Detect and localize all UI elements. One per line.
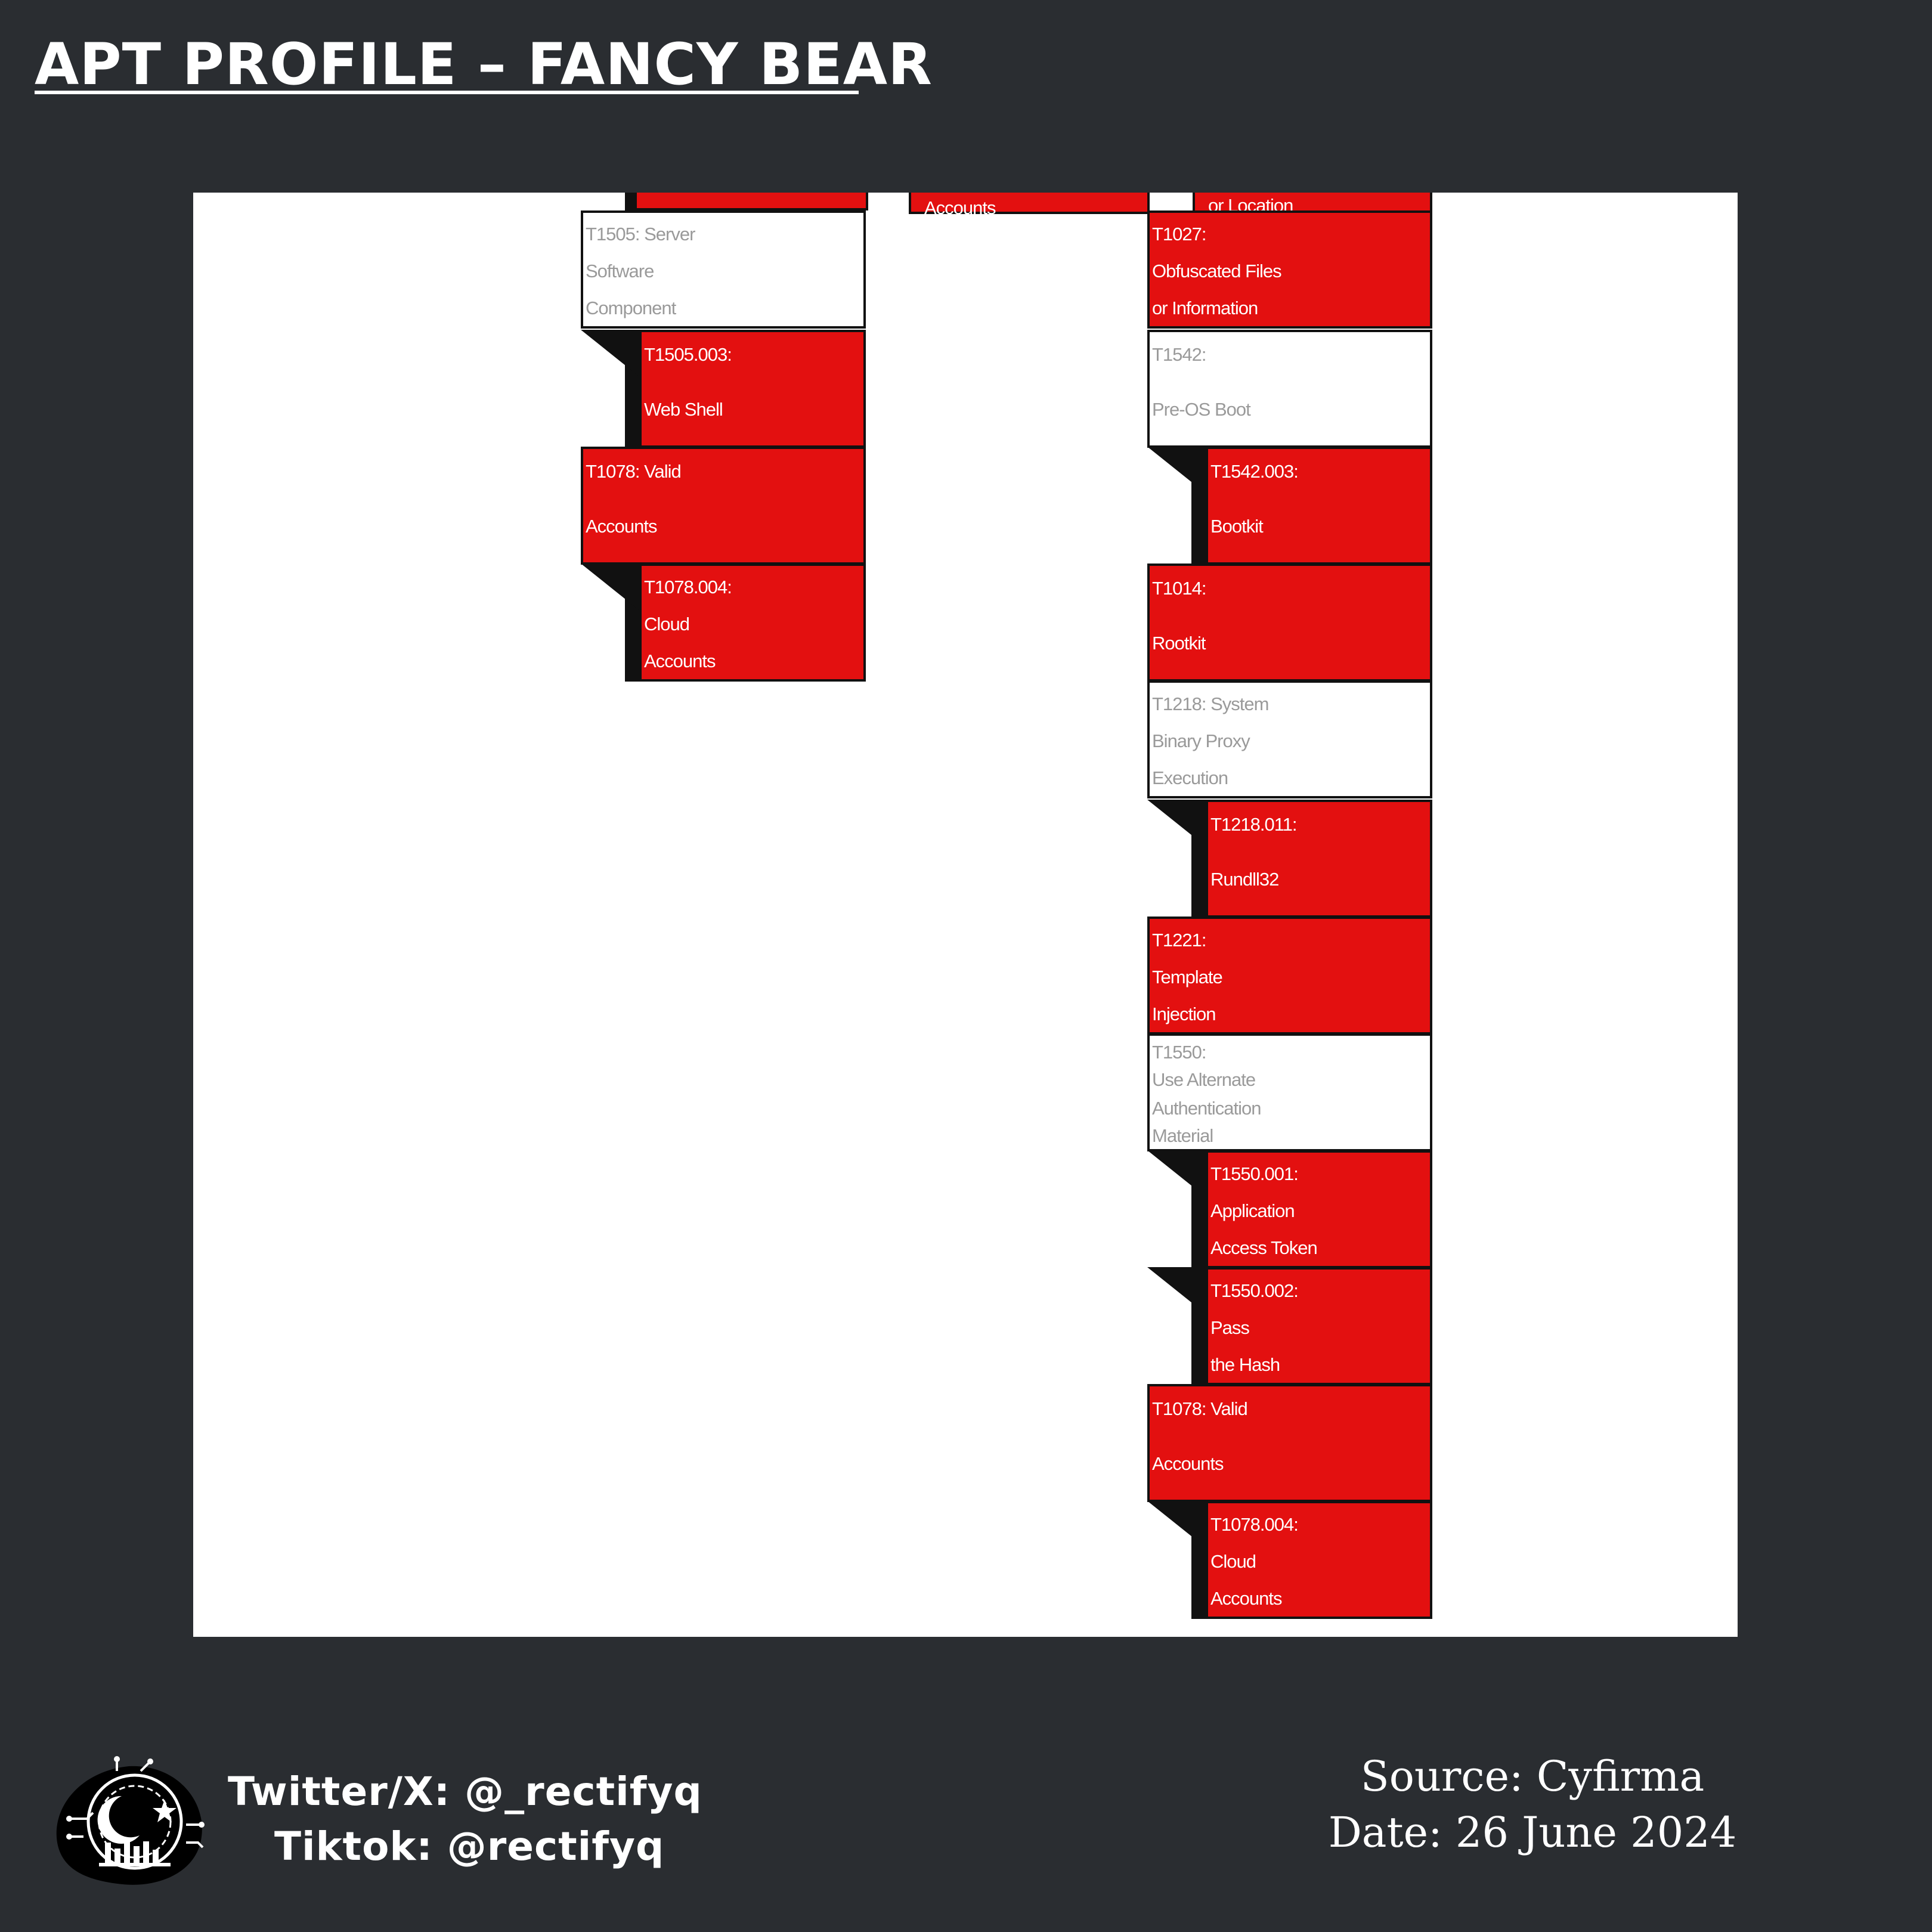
technique-label-line: T1078.004: — [644, 577, 732, 597]
technique-box-t1542-003: T1542.003: Bootkit — [1206, 447, 1432, 565]
technique-label-line: T1542.003: — [1210, 461, 1299, 482]
technique-box-t1078-004: T1078.004: Cloud Accounts — [639, 564, 866, 682]
technique-box-t1014: T1014: Rootkit — [1147, 564, 1432, 682]
technique-box-t1078: T1078: Valid Accounts — [581, 447, 866, 565]
technique-label-line: T1505: Server — [586, 224, 695, 244]
technique-box-t1505-003: T1505.003: Web Shell — [639, 330, 866, 448]
technique-label-line: T1014: — [1152, 578, 1207, 599]
technique-label-line: Pass — [1210, 1317, 1250, 1338]
technique-box-t1550-001: T1550.001: Application Access Token — [1206, 1150, 1432, 1268]
technique-label-line: T1218.011: — [1210, 814, 1298, 835]
technique-label-line: T1542: — [1152, 344, 1207, 365]
right-top-cut-parent — [1147, 193, 1195, 213]
technique-label-line: Accounts — [1210, 1588, 1283, 1609]
technique-label-line: Use Alternate — [1152, 1069, 1256, 1090]
technique-label-line: Accounts — [1152, 1453, 1224, 1474]
subtechnique-wedge — [1147, 800, 1207, 847]
technique-box-t1221: T1221: Template Injection — [1147, 917, 1432, 1035]
subtechnique-wedge — [581, 564, 640, 611]
left-top-cut-box — [634, 193, 868, 210]
right-top-cut-box: or Location — [1193, 193, 1432, 216]
technique-label-line: T1218: System — [1152, 693, 1269, 714]
technique-label-line: T1221: — [1152, 930, 1207, 950]
publish-date: Date: 26 June 2024 — [1328, 1808, 1737, 1857]
technique-label-line: Obfuscated Files — [1152, 261, 1282, 281]
technique-label-line: Web Shell — [644, 399, 723, 420]
technique-label-line: T1505.003: — [644, 344, 732, 365]
technique-label-line: Access Token — [1210, 1237, 1318, 1258]
technique-box-t1078-004b: T1078.004: Cloud Accounts — [1206, 1501, 1432, 1619]
technique-box-t1078b: T1078: Valid Accounts — [1147, 1384, 1432, 1502]
technique-label-line: Bootkit — [1210, 516, 1264, 537]
technique-label-line: T1027: — [1152, 224, 1207, 244]
technique-label-line: Rundll32 — [1210, 869, 1279, 890]
technique-box-t1542: T1542: Pre-OS Boot — [1147, 330, 1432, 448]
subtechnique-wedge — [1147, 1267, 1207, 1315]
technique-label-line: the Hash — [1210, 1354, 1280, 1375]
technique-label-line: T1078: Valid — [1152, 1398, 1248, 1419]
twitter-handle: Twitter/X: @_rectifyq — [228, 1769, 702, 1815]
tiktok-handle: Tiktok: @rectifyq — [274, 1823, 665, 1869]
technique-label-line: Component — [586, 298, 676, 318]
technique-label-line: Cloud — [644, 614, 690, 634]
technique-label-line: Accounts — [644, 651, 716, 671]
technique-label-line: Template — [1152, 967, 1223, 987]
technique-label-line: Application — [1210, 1200, 1295, 1221]
technique-label-line: Binary Proxy — [1152, 730, 1250, 751]
technique-box-t1505: T1505: Server Software Component — [581, 210, 866, 329]
technique-label-line: Injection — [1152, 1004, 1216, 1024]
technique-box-t1550: T1550: Use Alternate Authentication Materia… — [1147, 1033, 1432, 1151]
technique-label-line: Rootkit — [1152, 633, 1206, 654]
technique-label-line: T1550: — [1152, 1042, 1207, 1063]
technique-label-line: Cloud — [1210, 1551, 1256, 1572]
technique-label-line: T1550.002: — [1210, 1280, 1299, 1301]
technique-label-line: T1078.004: — [1210, 1514, 1299, 1535]
technique-label-line: Execution — [1152, 767, 1228, 788]
attack-matrix-panel: Accounts or Location T1505: Server Softwa… — [193, 193, 1738, 1637]
subtechnique-wedge — [1147, 1501, 1207, 1549]
technique-label-line: T1550.001: — [1210, 1163, 1299, 1184]
technique-label-line: T1078: Valid — [586, 461, 682, 482]
technique-box-t1218-011: T1218.011: Rundll32 — [1206, 800, 1432, 918]
source-credit: Source: Cyfirma — [1360, 1752, 1705, 1801]
technique-label-line: Software — [586, 261, 654, 281]
technique-label-line: Material — [1152, 1125, 1213, 1146]
title-underline — [35, 91, 859, 94]
page-title: APT PROFILE – FANCY BEAR — [35, 31, 933, 98]
technique-box-t1218: T1218: System Binary Proxy Execution — [1147, 680, 1432, 798]
technique-label-line: or Information — [1152, 298, 1258, 318]
subtechnique-wedge — [1147, 1150, 1207, 1198]
middle-top-cut-box: Accounts — [909, 193, 1150, 218]
technique-box-t1027: T1027: Obfuscated Files or Information — [1147, 210, 1432, 329]
technique-label-line: Accounts — [586, 516, 658, 537]
crescent-moon-city-logo-icon — [45, 1753, 212, 1893]
technique-label-line: Pre-OS Boot — [1152, 399, 1251, 420]
subtechnique-wedge — [581, 330, 640, 377]
subtechnique-wedge — [1147, 447, 1207, 494]
technique-box-t1550-002: T1550.002: Pass the Hash — [1206, 1267, 1432, 1385]
technique-label-line: Authentication — [1152, 1098, 1261, 1119]
